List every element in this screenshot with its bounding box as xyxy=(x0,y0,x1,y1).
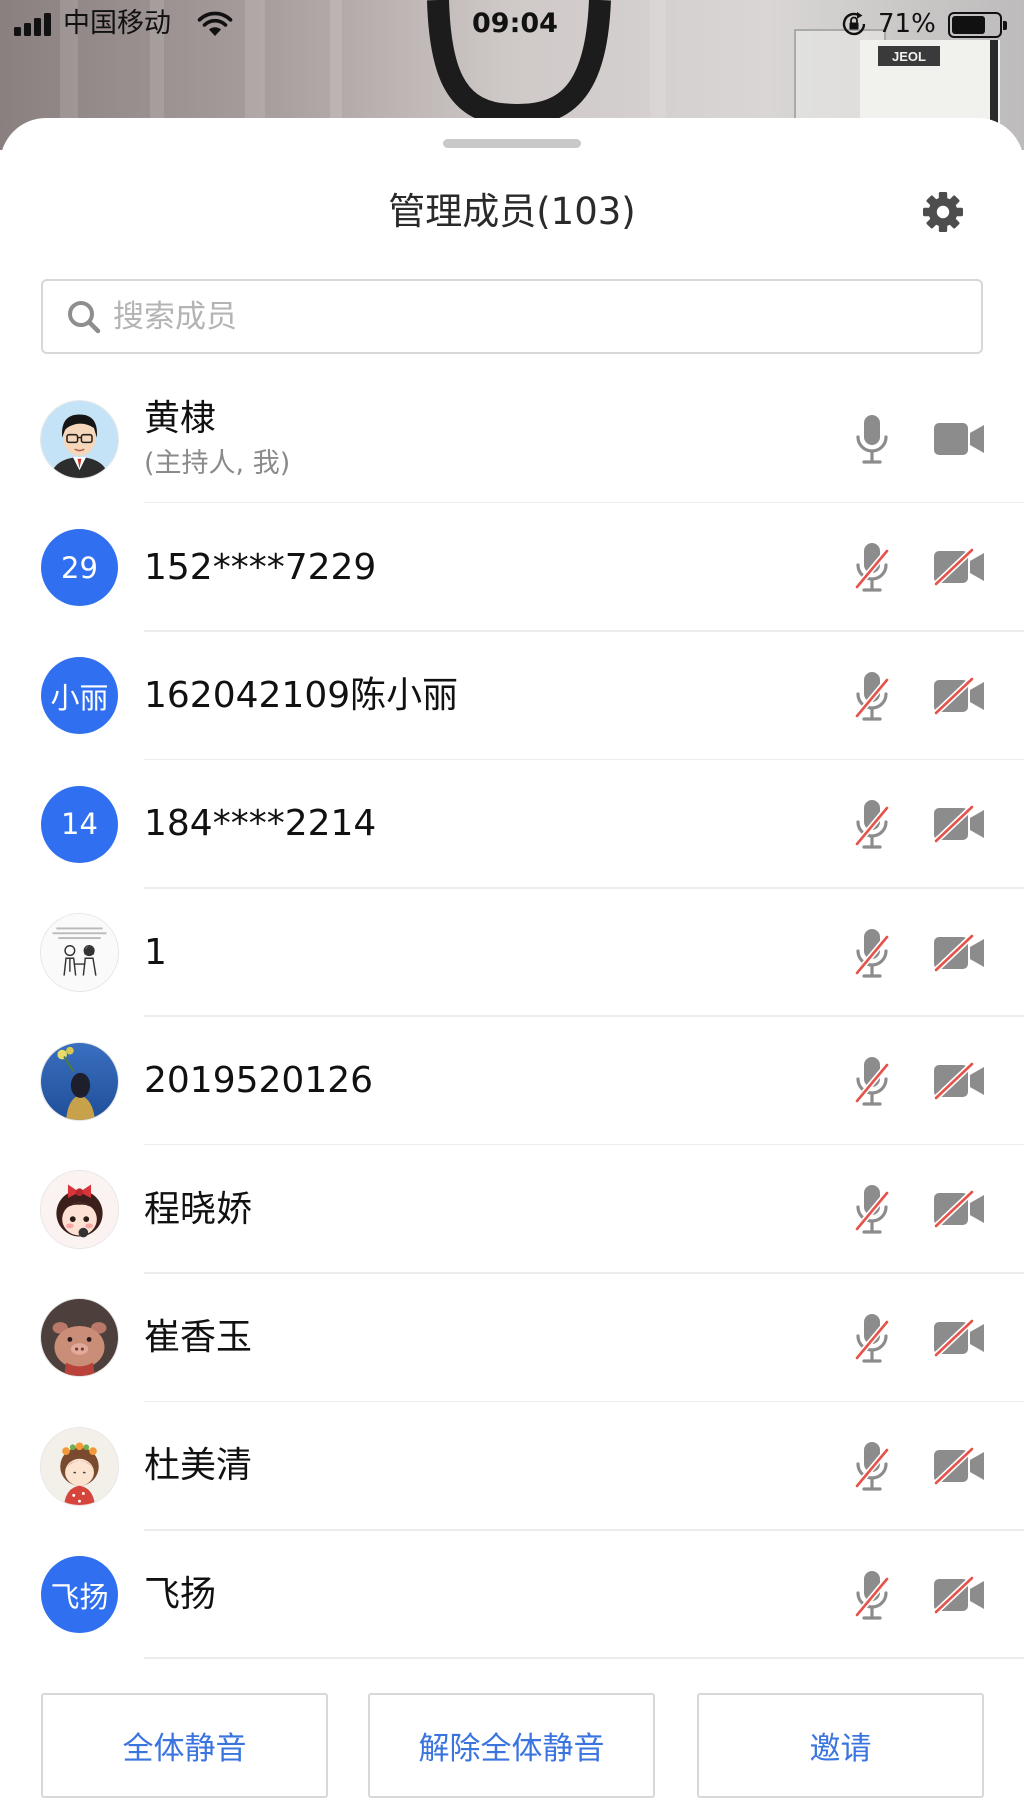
unmute-all-button[interactable]: 解除全体静音 xyxy=(368,1693,655,1798)
member-row[interactable]: 黄棣 (主持人, 我) xyxy=(0,375,1024,504)
member-info: 162042109陈小丽 xyxy=(144,632,704,760)
comic-sketch-avatar xyxy=(41,914,118,992)
member-name: 杜美清 xyxy=(144,1445,253,1487)
camera-off-icon[interactable] xyxy=(932,1575,986,1614)
wifi-icon xyxy=(197,11,233,38)
mic-muted-icon[interactable] xyxy=(854,1055,890,1107)
search-field[interactable] xyxy=(41,279,983,354)
gear-icon[interactable] xyxy=(922,191,964,233)
carrier-name: 中国移动 xyxy=(63,8,171,39)
mic-muted-icon[interactable] xyxy=(854,1312,890,1364)
member-name: 184****2214 xyxy=(144,803,377,845)
member-name: 黄棣 xyxy=(144,398,217,440)
member-name: 程晓娇 xyxy=(144,1188,253,1230)
photo-label: JEOL xyxy=(892,49,926,64)
clock: 09:04 xyxy=(472,8,558,39)
member-row[interactable]: 飞扬 飞扬 xyxy=(0,1531,1024,1660)
camera-off-icon[interactable] xyxy=(932,1318,986,1357)
member-name: 崔香玉 xyxy=(144,1316,253,1358)
avatar: 14 xyxy=(41,785,118,863)
avatar-initials: 小丽 xyxy=(50,680,109,715)
member-info: 崔香玉 xyxy=(144,1274,704,1402)
page-title: 管理成员(103) xyxy=(388,190,636,233)
member-name: 162042109陈小丽 xyxy=(144,674,459,716)
blue-photo-avatar xyxy=(41,1042,118,1120)
member-info: 184****2214 xyxy=(144,760,704,888)
member-name: 1 xyxy=(144,931,167,973)
member-name: 152****7229 xyxy=(144,546,377,588)
camera-off-icon[interactable] xyxy=(932,548,986,587)
avatar-initials: 飞扬 xyxy=(50,1579,109,1614)
member-row[interactable]: 29 152****7229 xyxy=(0,503,1024,633)
member-row[interactable]: 杜美清 xyxy=(0,1402,1024,1531)
camera-off-icon[interactable] xyxy=(932,1447,986,1486)
camera-off-icon[interactable] xyxy=(932,676,986,715)
cartoon-pig-avatar xyxy=(41,1299,118,1377)
avatar: 飞扬 xyxy=(41,1556,118,1634)
avatar: 小丽 xyxy=(41,657,118,735)
member-info: 2019520126 xyxy=(144,1017,704,1145)
member-row[interactable]: 小丽 162042109陈小丽 xyxy=(0,632,1024,761)
drag-handle[interactable] xyxy=(443,139,581,148)
camera-off-icon[interactable] xyxy=(932,1190,986,1229)
camera-off-icon[interactable] xyxy=(932,805,986,844)
signal-icon xyxy=(14,13,51,36)
status-bar: 中国移动 09:04 71% xyxy=(0,0,1024,50)
member-management-sheet: 管理成员(103) 搜索成员 黄棣 (主持人, 我) 29 152****722… xyxy=(0,118,1024,1820)
mic-muted-icon[interactable] xyxy=(854,1440,890,1492)
member-name: 2019520126 xyxy=(144,1060,374,1102)
member-info: 杜美清 xyxy=(144,1402,704,1530)
avatar-initials: 14 xyxy=(61,807,98,842)
search-icon xyxy=(65,298,103,336)
flower-girl-avatar xyxy=(41,1427,118,1505)
search-input[interactable] xyxy=(113,281,971,352)
camera-off-icon[interactable] xyxy=(932,933,986,972)
battery-icon xyxy=(948,12,1007,38)
member-row[interactable]: 14 184****2214 xyxy=(0,760,1024,889)
avatar-initials: 29 xyxy=(61,550,98,585)
mic-muted-icon[interactable] xyxy=(854,541,890,593)
member-role: (主持人, 我) xyxy=(144,448,291,480)
member-row[interactable]: 程晓娇 xyxy=(0,1145,1024,1275)
mic-muted-icon[interactable] xyxy=(854,1569,890,1621)
member-info: 152****7229 xyxy=(144,503,704,631)
battery-level xyxy=(952,16,985,34)
screen: JEOL 中国移动 09:04 71% 管理成员(103) 搜索成员 黄棣 (主… xyxy=(0,0,1024,1820)
rotation-lock-icon xyxy=(840,10,868,38)
member-info: 程晓娇 xyxy=(144,1145,704,1273)
mic-icon[interactable] xyxy=(854,413,890,465)
action-bar: 全体静音 解除全体静音 邀请 xyxy=(0,1693,1024,1798)
cartoon-man-avatar xyxy=(41,400,118,478)
invite-button[interactable]: 邀请 xyxy=(697,1693,984,1798)
member-info: 1 xyxy=(144,889,704,1017)
member-info: 黄棣 (主持人, 我) xyxy=(144,375,704,503)
battery-percent: 71% xyxy=(878,9,936,39)
member-row[interactable]: 1 xyxy=(0,889,1024,1018)
mic-muted-icon[interactable] xyxy=(854,798,890,850)
member-list: 黄棣 (主持人, 我) 29 152****7229 小丽 162042109陈小丽 14 1… xyxy=(0,375,1024,1660)
member-name: 飞扬 xyxy=(144,1573,217,1615)
camera-icon[interactable] xyxy=(932,420,986,458)
mic-muted-icon[interactable] xyxy=(854,670,890,722)
member-row[interactable]: 崔香玉 xyxy=(0,1274,1024,1403)
member-row[interactable]: 2019520126 xyxy=(0,1017,1024,1146)
avatar: 29 xyxy=(41,529,118,607)
camera-off-icon[interactable] xyxy=(932,1062,986,1100)
member-info: 飞扬 xyxy=(144,1531,704,1659)
mute-all-button[interactable]: 全体静音 xyxy=(41,1693,328,1798)
mic-muted-icon[interactable] xyxy=(854,1183,890,1235)
mic-muted-icon[interactable] xyxy=(854,927,890,979)
cartoon-girl-avatar xyxy=(41,1171,118,1249)
